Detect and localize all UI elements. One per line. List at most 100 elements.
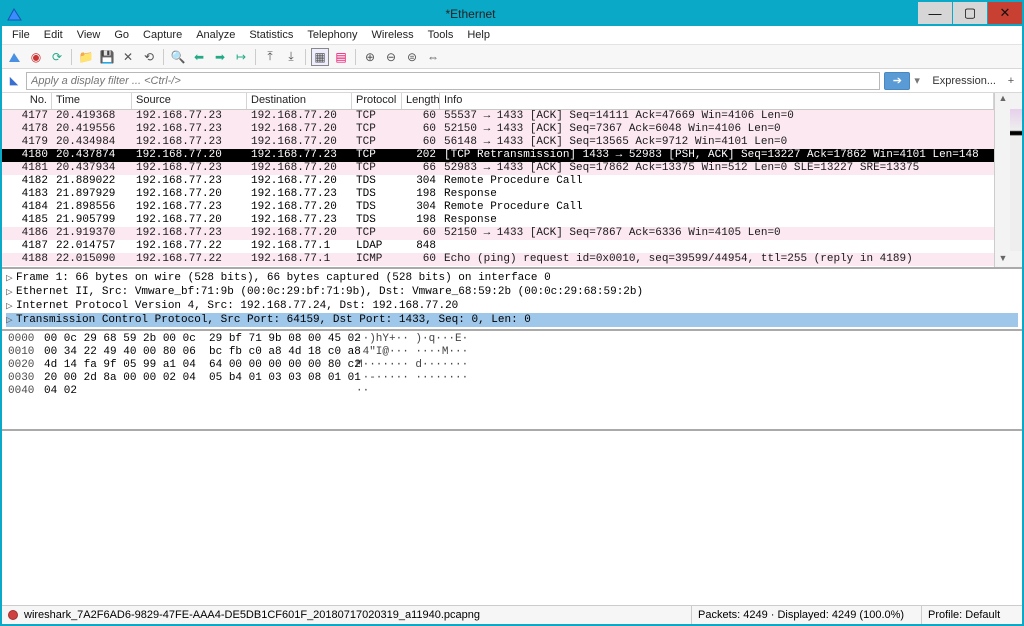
hex-row[interactable]: 000000 0c 29 68 59 2b 00 0c 29 bf 71 9b … (8, 333, 1016, 346)
last-packet-icon[interactable]: ⤓ (282, 48, 300, 66)
packet-row[interactable]: 417920.434984192.168.77.23192.168.77.20T… (2, 136, 994, 149)
open-file-icon[interactable]: 📁 (77, 48, 95, 66)
go-to-icon[interactable]: ↦ (232, 48, 250, 66)
hex-row[interactable]: 00204d 14 fa 9f 05 99 a1 04 64 00 00 00 … (8, 359, 1016, 372)
packet-row[interactable]: 418822.015090192.168.77.22192.168.77.1IC… (2, 253, 994, 266)
next-packet-icon[interactable]: ➡ (211, 48, 229, 66)
menu-wireless[interactable]: Wireless (366, 28, 420, 42)
column-header[interactable]: Protocol (352, 93, 402, 109)
zoom-in-icon[interactable]: ⊕ (361, 48, 379, 66)
close-file-icon[interactable]: ✕ (119, 48, 137, 66)
status-file[interactable]: wireshark_7A2F6AD6-9829-47FE-AAA4-DE5DB1… (2, 606, 692, 624)
column-header[interactable]: Time (52, 93, 132, 109)
menu-telephony[interactable]: Telephony (301, 28, 363, 42)
packet-bytes-pane[interactable]: 000000 0c 29 68 59 2b 00 0c 29 bf 71 9b … (2, 331, 1022, 431)
minimize-button[interactable]: — (918, 2, 952, 24)
toolbar-separator (163, 49, 164, 65)
packet-row[interactable]: 418120.437934192.168.77.23192.168.77.20T… (2, 162, 994, 175)
window-controls: — ▢ ✕ (917, 2, 1022, 26)
maximize-button[interactable]: ▢ (953, 2, 987, 24)
capture-file-label: wireshark_7A2F6AD6-9829-47FE-AAA4-DE5DB1… (24, 609, 480, 621)
column-header[interactable]: Info (440, 93, 994, 109)
menu-file[interactable]: File (6, 28, 36, 42)
status-packets: Packets: 4249 · Displayed: 4249 (100.0%) (692, 606, 922, 624)
title-bar: *Ethernet — ▢ ✕ (2, 2, 1022, 26)
toolbar-separator (305, 49, 306, 65)
first-packet-icon[interactable]: ⤒ (261, 48, 279, 66)
status-bar: wireshark_7A2F6AD6-9829-47FE-AAA4-DE5DB1… (2, 605, 1022, 624)
detail-tree-row[interactable]: ▷Frame 1: 66 bytes on wire (528 bits), 6… (6, 271, 1018, 285)
display-filter-input[interactable] (26, 72, 880, 90)
window-title: *Ethernet (24, 7, 917, 21)
restart-capture-icon[interactable]: ⟳ (48, 48, 66, 66)
packet-list[interactable]: No.TimeSourceDestinationProtocolLengthIn… (2, 93, 994, 267)
shark-fin-icon[interactable] (6, 48, 24, 66)
menu-edit[interactable]: Edit (38, 28, 69, 42)
apply-filter-button[interactable]: ➔ (884, 72, 910, 90)
column-header[interactable]: Length (402, 93, 440, 109)
zoom-out-icon[interactable]: ⊖ (382, 48, 400, 66)
packet-details-pane[interactable]: ▷Frame 1: 66 bytes on wire (528 bits), 6… (2, 269, 1022, 331)
column-header[interactable]: No. (2, 93, 52, 109)
bookmark-icon[interactable]: ◣ (6, 73, 22, 89)
empty-area (2, 431, 1022, 605)
close-button[interactable]: ✕ (988, 2, 1022, 24)
detail-tree-row[interactable]: ▷Ethernet II, Src: Vmware_bf:71:9b (00:0… (6, 285, 1018, 299)
packet-row[interactable]: 418321.897929192.168.77.20192.168.77.23T… (2, 188, 994, 201)
wireshark-logo-icon (6, 5, 24, 23)
menu-go[interactable]: Go (108, 28, 135, 42)
expand-icon[interactable]: ▷ (6, 271, 16, 285)
add-filter-button[interactable]: + (1004, 75, 1018, 87)
filter-dropdown-icon[interactable]: ▾ (914, 74, 924, 87)
packet-row[interactable]: 418722.014757192.168.77.22192.168.77.1LD… (2, 240, 994, 253)
colorize-icon[interactable]: ▤ (332, 48, 350, 66)
expert-info-icon[interactable] (8, 610, 18, 620)
hex-row[interactable]: 004004 02·· (8, 385, 1016, 398)
menu-help[interactable]: Help (461, 28, 496, 42)
stop-capture-icon[interactable]: ◉ (27, 48, 45, 66)
reload-icon[interactable]: ⟲ (140, 48, 158, 66)
hex-row[interactable]: 001000 34 22 49 40 00 80 06 bc fb c0 a8 … (8, 346, 1016, 359)
menu-view[interactable]: View (71, 28, 107, 42)
detail-tree-row[interactable]: ▷Transmission Control Protocol, Src Port… (6, 313, 1018, 327)
column-header[interactable]: Destination (247, 93, 352, 109)
packet-list-body[interactable]: 417720.419368192.168.77.23192.168.77.20T… (2, 110, 994, 266)
prev-packet-icon[interactable]: ⬅ (190, 48, 208, 66)
status-profile[interactable]: Profile: Default (922, 606, 1022, 624)
packet-row[interactable]: 417720.419368192.168.77.23192.168.77.20T… (2, 110, 994, 123)
packet-row[interactable]: 418621.919370192.168.77.23192.168.77.20T… (2, 227, 994, 240)
auto-scroll-icon[interactable]: ▦ (311, 48, 329, 66)
menu-tools[interactable]: Tools (422, 28, 460, 42)
scroll-down-icon[interactable]: ▼ (997, 253, 1009, 267)
expand-icon[interactable]: ▷ (6, 299, 16, 313)
column-header[interactable]: Source (132, 93, 247, 109)
packet-row[interactable]: 418020.437874192.168.77.20192.168.77.23T… (2, 149, 994, 162)
packet-row[interactable]: 418221.889022192.168.77.23192.168.77.20T… (2, 175, 994, 188)
zoom-reset-icon[interactable]: ⊜ (403, 48, 421, 66)
menu-capture[interactable]: Capture (137, 28, 188, 42)
packet-list-header[interactable]: No.TimeSourceDestinationProtocolLengthIn… (2, 93, 994, 110)
packet-row[interactable]: 418421.898556192.168.77.23192.168.77.20T… (2, 201, 994, 214)
detail-tree-row[interactable]: ▷Internet Protocol Version 4, Src: 192.1… (6, 299, 1018, 313)
app-window: *Ethernet — ▢ ✕ FileEditViewGoCaptureAna… (0, 0, 1024, 626)
expand-icon[interactable]: ▷ (6, 313, 16, 327)
resize-columns-icon[interactable]: ⇔ (424, 48, 442, 66)
menu-analyze[interactable]: Analyze (190, 28, 241, 42)
packet-row[interactable]: 418521.905799192.168.77.20192.168.77.23T… (2, 214, 994, 227)
hex-row[interactable]: 003020 00 2d 8a 00 00 02 04 05 b4 01 03 … (8, 372, 1016, 385)
toolbar-separator (255, 49, 256, 65)
toolbar-separator (71, 49, 72, 65)
packet-minimap[interactable] (1010, 109, 1022, 251)
expression-button[interactable]: Expression... (928, 75, 1000, 87)
menu-statistics[interactable]: Statistics (243, 28, 299, 42)
packet-row[interactable]: 417820.419556192.168.77.23192.168.77.20T… (2, 123, 994, 136)
save-file-icon[interactable]: 💾 (98, 48, 116, 66)
main-toolbar: ◉ ⟳ 📁 💾 ✕ ⟲ 🔍 ⬅ ➡ ↦ ⤒ ⤓ ▦ ▤ ⊕ ⊖ ⊜ ⇔ (2, 45, 1022, 69)
find-icon[interactable]: 🔍 (169, 48, 187, 66)
scroll-up-icon[interactable]: ▲ (997, 93, 1009, 107)
packet-list-pane: No.TimeSourceDestinationProtocolLengthIn… (2, 93, 1022, 269)
expand-icon[interactable]: ▷ (6, 285, 16, 299)
menu-bar: FileEditViewGoCaptureAnalyzeStatisticsTe… (2, 26, 1022, 45)
packet-scrollbar[interactable]: ▲ ▼ (994, 93, 1022, 267)
filter-toolbar: ◣ ➔ ▾ Expression... + (2, 69, 1022, 93)
